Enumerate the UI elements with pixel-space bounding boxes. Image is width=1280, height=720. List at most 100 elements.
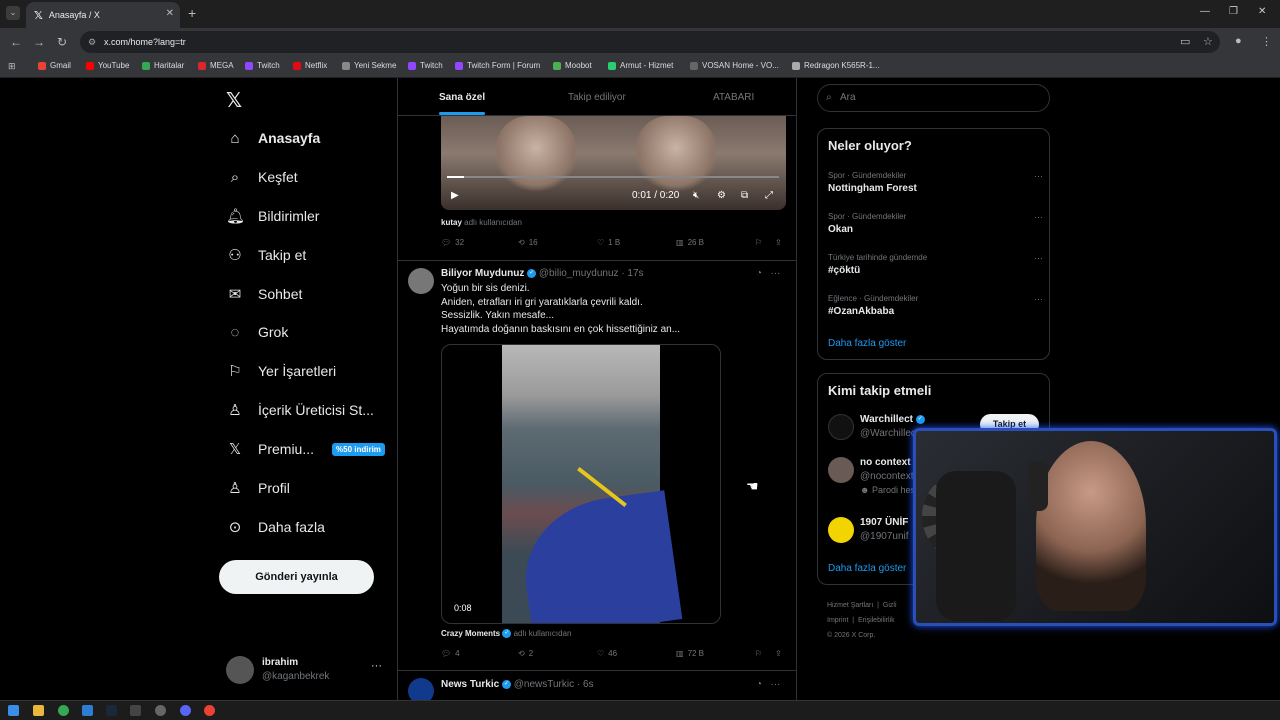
tweet-handle[interactable]: @newsTurkic xyxy=(514,679,574,690)
like-button[interactable]: ♡ 1 B xyxy=(597,238,620,247)
footer-link[interactable]: Hizmet Şartları xyxy=(827,602,873,609)
like-button[interactable]: ♡ 46 xyxy=(597,649,617,658)
search-input[interactable]: ⌕ Ara xyxy=(817,84,1050,112)
maximize-icon[interactable]: ❐ xyxy=(1229,6,1238,17)
menu-icon[interactable]: ⋮ xyxy=(1261,35,1272,48)
bookmark-item[interactable]: Yeni Sekme xyxy=(342,61,396,70)
fullscreen-icon[interactable]: ⤢ xyxy=(765,190,773,201)
trend-item[interactable]: Spor · Gündemdekiler Okan ··· xyxy=(828,212,1043,235)
repost-button[interactable]: ⟲ 16 xyxy=(518,238,538,247)
bookmark-item[interactable]: YouTube xyxy=(86,61,129,70)
trend-item[interactable]: Eğlence · Gündemdekiler #OzanAkbaba ··· xyxy=(828,294,1043,317)
grok-icon[interactable]: ◔ xyxy=(756,679,762,690)
trend-item[interactable]: Spor · Gündemdekiler Nottingham Forest ··· xyxy=(828,171,1043,194)
site-info-icon[interactable]: ⚙ xyxy=(88,31,96,53)
forward-icon[interactable]: → xyxy=(33,35,45,49)
bookmark-item[interactable]: Armut - Hizmet xyxy=(608,61,673,70)
footer-link[interactable]: Erişilebilirlik xyxy=(858,617,895,624)
start-icon[interactable] xyxy=(8,705,19,716)
share-button[interactable]: ⇪ xyxy=(775,649,782,658)
address-bar[interactable]: ⚙ x.com/home?lang=tr xyxy=(80,31,1220,53)
pip-icon[interactable]: ⧉ xyxy=(741,190,748,201)
explorer-icon[interactable] xyxy=(33,705,44,716)
grok-icon[interactable]: ◔ xyxy=(756,268,762,279)
sidebar-item-home[interactable]: ⌂ Anasayfa xyxy=(226,126,320,150)
tweet-time[interactable]: · 17s xyxy=(621,268,643,279)
reload-icon[interactable]: ↻ xyxy=(57,35,67,49)
video-player[interactable]: ▶ 0:01 / 0:20 🔇︎ ⚙ ⧉ ⤢ xyxy=(441,116,786,210)
tweet-author[interactable]: News Turkic xyxy=(441,679,499,690)
obs-icon[interactable] xyxy=(155,705,166,716)
share-button[interactable]: ⇪ xyxy=(775,238,782,247)
tweet-handle[interactable]: @bilio_muydunuz xyxy=(539,268,619,279)
more-icon[interactable]: ··· xyxy=(1034,212,1043,222)
bookmark-item[interactable]: Twitch Form | Forum xyxy=(455,61,540,70)
bookmark-item[interactable]: Moobot xyxy=(553,61,592,70)
cast-icon[interactable]: ▭ xyxy=(1180,35,1190,48)
tab-list-button[interactable]: ⌄ xyxy=(6,6,20,20)
apps-grid-icon[interactable]: ⊞ xyxy=(8,61,16,72)
minimize-icon[interactable]: — xyxy=(1200,6,1210,17)
sidebar-item-follow[interactable]: ⚇ Takip et xyxy=(226,243,306,267)
more-icon[interactable]: ··· xyxy=(1034,253,1043,263)
video-progress-bar[interactable] xyxy=(447,176,779,178)
chrome-icon[interactable] xyxy=(58,705,69,716)
bookmark-button[interactable]: ⚐ xyxy=(755,238,762,247)
bookmark-button[interactable]: ⚐ xyxy=(755,649,762,658)
mute-icon[interactable]: 🔇︎ xyxy=(693,190,699,201)
sidebar-item-profile[interactable]: ♙ Profil xyxy=(226,476,290,500)
show-more-link[interactable]: Daha fazla göster xyxy=(828,338,906,349)
bookmark-item[interactable]: Twitch xyxy=(245,61,280,70)
repost-button[interactable]: ⟲ 2 xyxy=(518,649,533,658)
sidebar-item-notifications[interactable]: 🔔︎ Bildirimler xyxy=(226,204,319,228)
sidebar-item-premium[interactable]: 𝕏 Premiu... %50 indirim xyxy=(226,437,385,461)
bookmark-item[interactable]: Redragon K565R-1... xyxy=(792,61,880,70)
bookmark-item[interactable]: Twitch xyxy=(408,61,443,70)
tweet-time[interactable]: · 6s xyxy=(577,679,594,690)
more-icon[interactable]: ··· xyxy=(371,660,382,672)
more-icon[interactable]: ··· xyxy=(1034,294,1043,304)
tab-atabari[interactable]: ATABARI xyxy=(713,92,754,103)
more-icon[interactable]: ··· xyxy=(1034,171,1043,181)
back-icon[interactable]: ← xyxy=(10,35,22,49)
sidebar-item-bookmarks[interactable]: ⚐ Yer İşaretleri xyxy=(226,359,336,383)
settings-icon[interactable]: ⚙ xyxy=(717,190,726,201)
x-logo-icon[interactable]: 𝕏 xyxy=(226,88,242,113)
more-icon[interactable]: ··· xyxy=(770,268,780,279)
reply-button[interactable]: 💬︎ 32 xyxy=(441,238,464,247)
close-icon[interactable]: ✕ xyxy=(166,8,174,19)
sidebar-item-messages[interactable]: ✉ Sohbet xyxy=(226,282,303,306)
account-switcher[interactable]: ibrahim @kaganbekrek ··· xyxy=(226,654,386,688)
footer-link[interactable]: Gizli xyxy=(883,602,897,609)
bookmark-item[interactable]: Netflix xyxy=(293,61,327,70)
post-button[interactable]: Gönderi yayınla xyxy=(219,560,374,594)
attribution-user[interactable]: Crazy Moments xyxy=(441,629,500,638)
sidebar-item-grok[interactable]: ◌ Grok xyxy=(226,320,289,344)
views-button[interactable]: ▥ 72 B xyxy=(676,649,704,658)
footer-link[interactable]: Imprint xyxy=(827,617,848,624)
browser-tab[interactable]: 𝕏 Anasayfa / X ✕ xyxy=(26,2,180,28)
avatar[interactable] xyxy=(408,678,434,700)
sidebar-item-creator-studio[interactable]: ♙ İçerik Üreticisi St... xyxy=(226,398,374,422)
steam-icon[interactable] xyxy=(106,705,117,716)
account-icon[interactable]: ● xyxy=(1235,35,1242,47)
new-tab-button[interactable]: + xyxy=(188,5,196,21)
star-icon[interactable]: ☆ xyxy=(1203,35,1213,48)
tweet-author[interactable]: Biliyor Muydunuz xyxy=(441,268,524,279)
tab-following[interactable]: Takip ediliyor xyxy=(568,92,626,103)
views-button[interactable]: ▥ 26 B xyxy=(676,238,704,247)
sidebar-item-more[interactable]: ⊙ Daha fazla xyxy=(226,515,325,539)
window-close-icon[interactable]: ✕ xyxy=(1258,6,1266,17)
app-icon[interactable] xyxy=(130,705,141,716)
show-more-link[interactable]: Daha fazla göster xyxy=(828,563,906,574)
chrome-icon[interactable] xyxy=(204,705,215,716)
more-icon[interactable]: ··· xyxy=(770,679,780,690)
sidebar-item-explore[interactable]: ⌕ Keşfet xyxy=(226,165,298,189)
attribution-user[interactable]: kutay xyxy=(441,218,462,227)
bookmark-item[interactable]: Gmail xyxy=(38,61,71,70)
bookmark-item[interactable]: MEGA xyxy=(198,61,234,70)
bookmark-item[interactable]: VOSAN Home - VO... xyxy=(690,61,779,70)
video-player[interactable]: 0:08 xyxy=(441,344,721,624)
app-icon[interactable] xyxy=(82,705,93,716)
play-icon[interactable]: ▶ xyxy=(451,190,459,201)
